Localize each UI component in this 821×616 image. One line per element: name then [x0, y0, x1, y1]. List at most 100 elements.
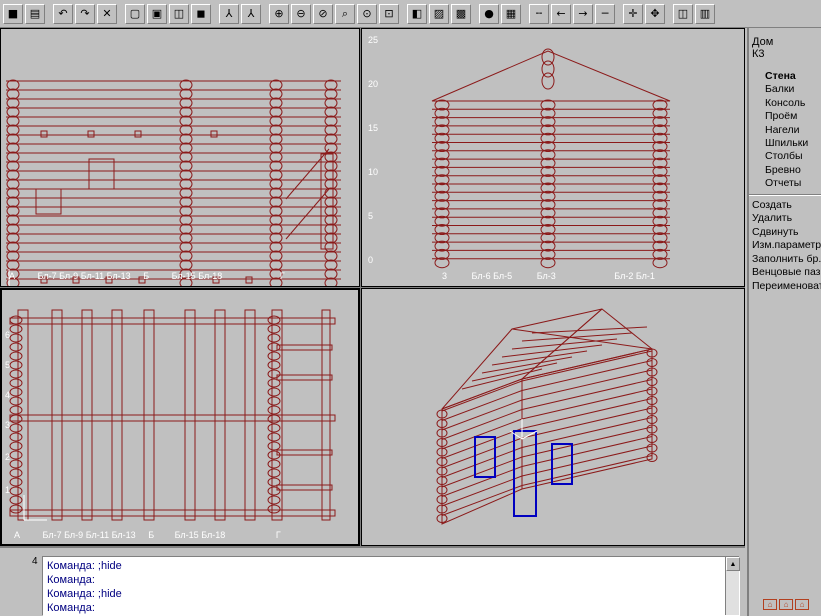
side-axis-label: Бл-3 [536, 271, 556, 281]
plan-axis-label: Г [275, 530, 281, 540]
plan-axis-label: Бл-9 [64, 530, 84, 540]
viewport-side-elevation[interactable]: 25 20 15 10 5 0 3 Бл-6 Бл-5 Бл-3 Бл-2 Бл… [361, 28, 745, 287]
scroll-up-icon[interactable]: ▲ [726, 557, 740, 571]
zoom-window-button[interactable]: ⌕ [335, 3, 355, 24]
plan-axis-label: А [14, 530, 21, 540]
y-tick: 2 [5, 452, 11, 462]
console-line: Команда: [47, 602, 95, 614]
panel-subtitle: К3 [752, 48, 765, 60]
menu-item-reports[interactable]: Отчеты [749, 177, 821, 190]
isometric-house-drawing [436, 308, 658, 525]
split-view-button[interactable]: ◫ [673, 3, 693, 24]
zoom-out-button[interactable]: ⊖ [291, 3, 311, 24]
print-icon: ▤ [29, 7, 41, 20]
menu-item-wall[interactable]: Стена [749, 70, 821, 83]
plan-axis-label: Бл-7 [42, 530, 62, 540]
y-tick: 25 [368, 35, 379, 45]
action-fill-logs[interactable]: Заполнить бр. [749, 253, 821, 267]
point-button[interactable]: ● [479, 3, 499, 24]
house-icon: ⌂ [795, 599, 809, 610]
front-axis-label: Бл-13 [106, 271, 131, 281]
axis-2-button[interactable]: ⅄ [241, 3, 261, 24]
plan-axis-label: Бл-18 [201, 530, 226, 540]
cut-button[interactable]: ✕ [97, 3, 117, 24]
zoom-all-button[interactable]: ⊙ [357, 3, 377, 24]
view-single-icon: ▢ [129, 7, 141, 20]
line-dash-icon: ╌ [535, 7, 543, 20]
zoom-extents-icon: ⊡ [384, 7, 394, 20]
line-arrow-left-icon: ← [556, 7, 566, 20]
console-line: Команда: [47, 574, 95, 586]
pattern-icon: ▨ [433, 7, 445, 20]
save-icon: ■ [7, 7, 19, 20]
y-tick: 15 [368, 123, 379, 133]
panel-title: Дом [752, 36, 774, 48]
command-history[interactable]: Команда: ;hide Команда: Команда: ;hide К… [42, 556, 740, 616]
move-button[interactable]: ✥ [645, 3, 665, 24]
axis-icon: ⅄ [225, 7, 233, 20]
point-icon: ● [484, 7, 494, 20]
zoom-prev-button[interactable]: ⊘ [313, 3, 333, 24]
action-move[interactable]: Сдвинуть [749, 226, 821, 240]
undo-button[interactable]: ↶ [53, 3, 73, 24]
line-arrow-right-button[interactable]: → [573, 3, 593, 24]
command-console: 4 Команда: ;hide Команда: Команда: ;hide… [0, 552, 745, 616]
crosshair-button[interactable]: ✛ [623, 3, 643, 24]
line-plain-button[interactable]: ─ [595, 3, 615, 24]
front-axis-label: Бл-7 [37, 271, 57, 281]
split-view-2-button[interactable]: ▥ [695, 3, 715, 24]
menu-item-posts[interactable]: Столбы [749, 150, 821, 163]
split-view-icon: ◫ [677, 7, 689, 20]
side-axis-label: Бл-1 [635, 271, 655, 281]
crosshair-icon: ✛ [628, 7, 638, 20]
axis-2-icon: ⅄ [247, 7, 255, 20]
zoom-all-icon: ⊙ [362, 7, 372, 20]
view-box-icon: ◼ [196, 7, 206, 20]
save-button[interactable]: ■ [3, 3, 23, 24]
plan-axis-labels: А Бл-7 Бл-9 Бл-11 Бл-13 Б Бл-15 Бл-18 Г [14, 530, 281, 540]
menu-item-console[interactable]: Консоль [749, 97, 821, 110]
axis-button[interactable]: ⅄ [219, 3, 239, 24]
line-dash-button[interactable]: ╌ [529, 3, 549, 24]
panel-status-icons: ⌂ ⌂ ⌂ [763, 599, 809, 610]
plan-axis-label: Бл-15 [174, 530, 199, 540]
menu-item-opening[interactable]: Проём [749, 110, 821, 123]
action-rename[interactable]: Переименовать [749, 280, 821, 294]
view-iso-icon: ◫ [173, 7, 185, 20]
menu-item-dowels[interactable]: Нагели [749, 124, 821, 137]
zoom-in-button[interactable]: ⊕ [269, 3, 289, 24]
move-icon: ✥ [650, 7, 660, 20]
viewport-front-elevation[interactable]: А Бл-7 Бл-9 Бл-11 Бл-13 Б Бл-15 Бл-18 Г [0, 28, 360, 287]
view-iso-button[interactable]: ◫ [169, 3, 189, 24]
console-scrollbar[interactable]: ▲ [725, 557, 740, 615]
menu-item-log[interactable]: Бревно [749, 164, 821, 177]
viewport-plan[interactable]: 6 5 4 3 2 1 А Бл-7 Бл-9 Бл-11 Бл-13 Б Бл… [0, 288, 360, 546]
cut-icon: ✕ [102, 7, 112, 20]
action-edit-params[interactable]: Изм.параметры [749, 239, 821, 253]
viewport-3d[interactable] [361, 288, 745, 546]
redo-button[interactable]: ↷ [75, 3, 95, 24]
side-axis-label: 3 [442, 271, 448, 281]
layers-button[interactable]: ◧ [407, 3, 427, 24]
view-front-icon: ▣ [151, 7, 163, 20]
front-axis-label: Бл-15 [171, 271, 196, 281]
view-single-button[interactable]: ▢ [125, 3, 145, 24]
action-delete[interactable]: Удалить [749, 212, 821, 226]
line-arrow-left-button[interactable]: ← [551, 3, 571, 24]
view-box-button[interactable]: ◼ [191, 3, 211, 24]
action-crown-grooves[interactable]: Венцовые пазы [749, 266, 821, 280]
front-axis-label: Бл-9 [59, 271, 79, 281]
zoom-extents-button[interactable]: ⊡ [379, 3, 399, 24]
front-axis-label: Бл-18 [198, 271, 223, 281]
print-button[interactable]: ▤ [25, 3, 45, 24]
menu-item-studs[interactable]: Шпильки [749, 137, 821, 150]
pattern-button[interactable]: ▨ [429, 3, 449, 24]
view-front-button[interactable]: ▣ [147, 3, 167, 24]
action-create[interactable]: Создать [749, 199, 821, 213]
undo-icon: ↶ [58, 7, 68, 20]
layers-icon: ◧ [411, 7, 423, 20]
snap-button[interactable]: ▦ [501, 3, 521, 24]
menu-item-beams[interactable]: Балки [749, 83, 821, 96]
front-axis-label: Бл-11 [80, 271, 105, 281]
shade-button[interactable]: ▩ [451, 3, 471, 24]
